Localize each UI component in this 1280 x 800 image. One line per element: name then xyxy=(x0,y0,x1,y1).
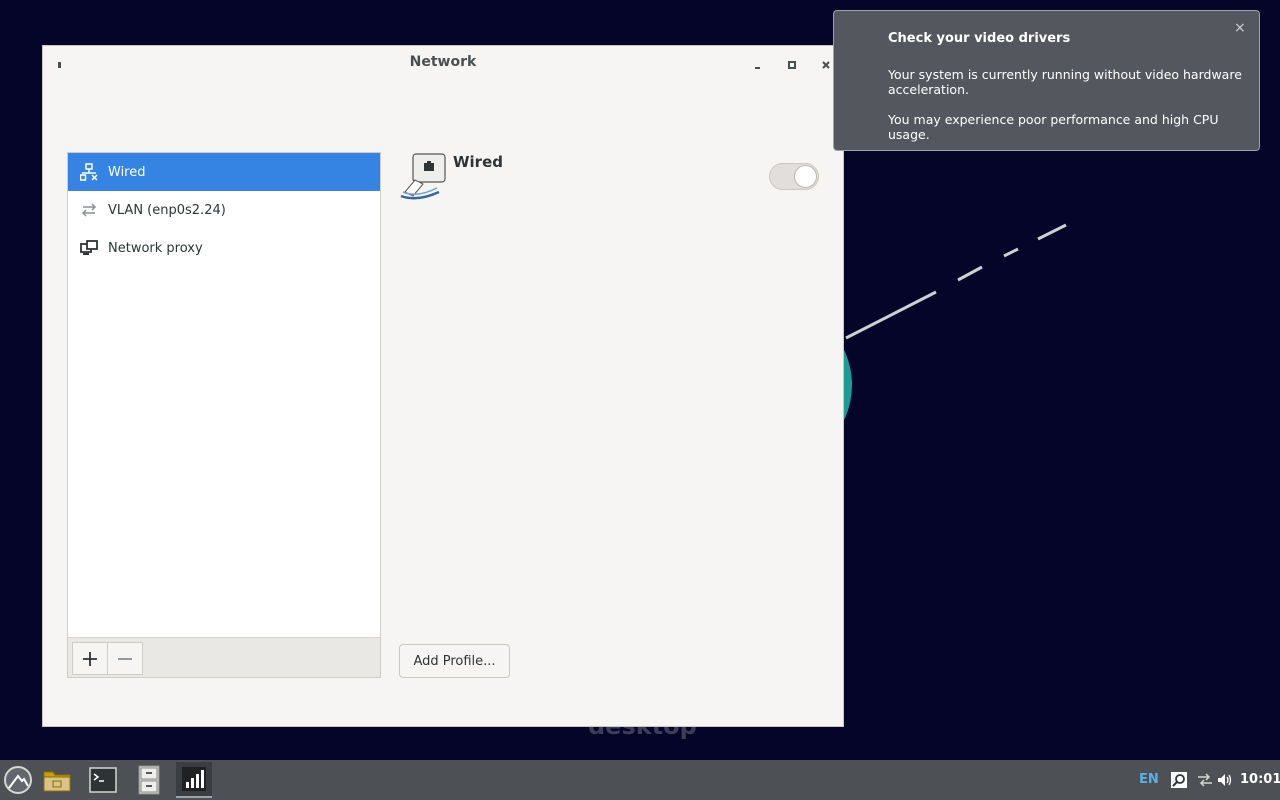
wired-power-toggle[interactable] xyxy=(769,163,819,190)
toggle-knob xyxy=(794,165,817,188)
sidebar-item-network-proxy[interactable]: Network proxy xyxy=(68,229,380,267)
close-button[interactable] xyxy=(818,56,834,72)
file-manager-icon xyxy=(43,771,71,792)
minus-icon xyxy=(118,657,132,660)
remove-connection-button[interactable] xyxy=(107,642,143,675)
ethernet-cable-icon xyxy=(399,152,449,202)
search-tray-icon[interactable] xyxy=(1170,771,1188,789)
sidebar-item-label: Wired xyxy=(108,164,146,180)
terminal-button[interactable] xyxy=(85,762,121,798)
file-cabinet-button[interactable] xyxy=(131,762,167,798)
sidebar-item-wired[interactable]: Wired xyxy=(68,153,380,191)
file-manager-button[interactable] xyxy=(39,762,75,798)
network-settings-taskbar-button[interactable] xyxy=(176,762,212,798)
minimize-button[interactable] xyxy=(750,56,766,72)
file-cabinet-icon xyxy=(138,765,160,795)
network-signal-icon xyxy=(182,767,206,791)
clock[interactable]: 10:01 xyxy=(1240,772,1280,787)
network-proxy-icon xyxy=(80,239,98,257)
maximize-button[interactable] xyxy=(784,56,800,72)
network-window: Network Wired VLAN (enp0s2.24) Network p… xyxy=(42,45,844,727)
notification[interactable]: Check your video drivers Your system is … xyxy=(833,10,1260,151)
plus-icon xyxy=(83,651,97,666)
sidebar-item-vlan[interactable]: VLAN (enp0s2.24) xyxy=(68,191,380,229)
sidebar-item-label: Network proxy xyxy=(108,240,203,256)
connection-list: Wired VLAN (enp0s2.24) Network proxy xyxy=(67,152,381,678)
window-titlebar[interactable]: Network xyxy=(43,46,843,80)
keyboard-layout-indicator[interactable]: EN xyxy=(1139,772,1159,787)
notification-body-secondary: You may experience poor performance and … xyxy=(888,112,1219,142)
wired-network-icon xyxy=(80,163,98,181)
sidebar-item-label: VLAN (enp0s2.24) xyxy=(108,202,226,218)
menu-icon xyxy=(4,766,32,794)
taskbar: EN 10:01 xyxy=(0,760,1280,800)
connection-title: Wired xyxy=(453,153,503,171)
notification-body: Your system is currently running without… xyxy=(888,67,1242,97)
vlan-arrows-icon xyxy=(80,201,98,219)
volume-icon[interactable] xyxy=(1216,771,1234,789)
app-menu-button[interactable] xyxy=(0,762,36,798)
window-title: Network xyxy=(409,54,477,70)
terminal-icon xyxy=(89,767,117,793)
network-tray-icon[interactable] xyxy=(1196,771,1214,789)
add-connection-button[interactable] xyxy=(72,642,108,675)
notification-close-button[interactable]: × xyxy=(1234,20,1246,36)
list-toolbar xyxy=(67,637,381,678)
notification-title: Check your video drivers xyxy=(888,31,1071,46)
add-profile-button[interactable]: Add Profile... xyxy=(399,644,510,678)
